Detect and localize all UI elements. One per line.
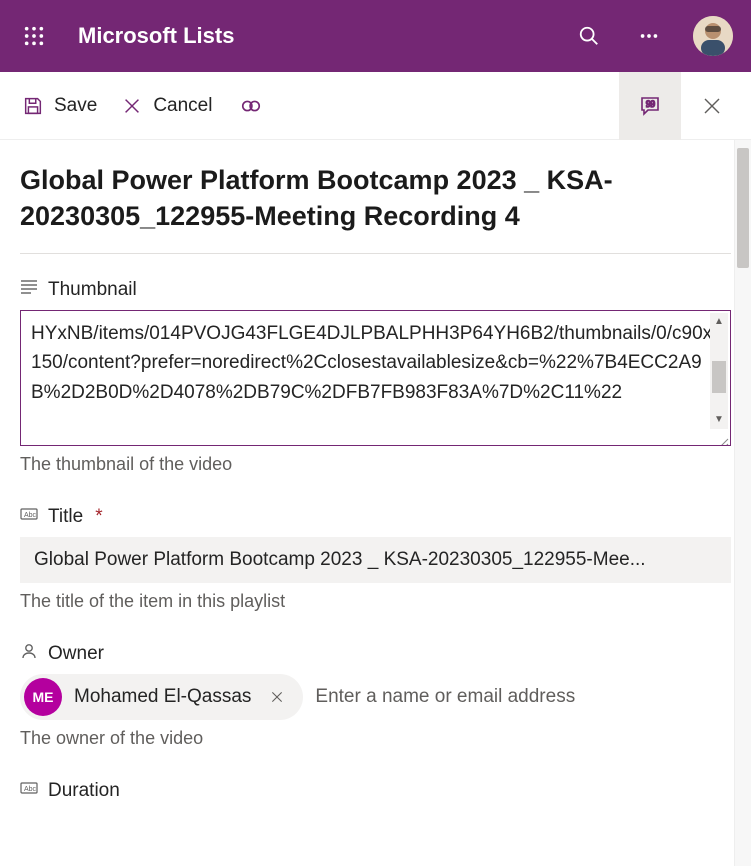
save-button[interactable]: Save [18,89,101,123]
textarea-scrollbar[interactable]: ▲ ▼ [710,313,728,429]
thumbnail-input[interactable]: SvWxClNGnG X kH9isiXhbinFtM13DifC HYxNB/… [20,310,731,446]
resize-handle[interactable] [715,430,729,444]
svg-text:Abc: Abc [24,786,37,793]
scroll-down-icon[interactable]: ▼ [710,411,728,429]
scroll-up-icon[interactable]: ▲ [710,313,728,331]
owner-description: The owner of the video [20,728,731,749]
page-scrollbar[interactable] [734,140,751,866]
required-indicator: * [95,506,102,528]
title-input[interactable]: Global Power Platform Bootcamp 2023 _ KS… [20,537,731,583]
title-description: The title of the item in this playlist [20,591,731,612]
thumbnail-description: The thumbnail of the video [20,454,731,475]
app-header: Microsoft Lists [0,0,751,72]
multiline-icon [20,278,38,302]
search-icon[interactable] [573,20,605,52]
person-icon [20,642,38,666]
save-label: Save [54,95,97,117]
scroll-thumb[interactable] [712,361,726,393]
text-field-icon: Abc [20,779,38,803]
page-scroll-thumb[interactable] [737,148,749,268]
owner-initials: ME [24,678,62,716]
command-bar: Save Cancel 99 [0,72,751,140]
app-title: Microsoft Lists [78,23,561,49]
comments-button[interactable]: 99 [619,72,681,140]
svg-text:Abc: Abc [24,512,37,519]
svg-text:99: 99 [646,99,656,109]
divider [20,253,731,254]
app-launcher-icon[interactable] [14,16,54,56]
field-label-thumbnail: Thumbnail [20,278,731,302]
avatar[interactable] [693,16,733,56]
page-title: Global Power Platform Bootcamp 2023 _ KS… [20,162,731,235]
text-field-icon: Abc [20,505,38,529]
copy-link-button[interactable] [232,89,266,123]
owner-person-pill[interactable]: ME Mohamed El-Qassas [20,674,303,720]
cancel-button[interactable]: Cancel [117,89,216,123]
owner-name: Mohamed El-Qassas [74,686,251,708]
more-icon[interactable] [633,20,665,52]
owner-people-input[interactable] [315,686,731,708]
close-panel-button[interactable] [681,72,743,140]
field-label-title: Abc Title * [20,505,731,529]
cancel-label: Cancel [153,95,212,117]
field-label-owner: Owner [20,642,731,666]
remove-person-button[interactable] [263,683,291,711]
form-content: Global Power Platform Bootcamp 2023 _ KS… [0,140,751,866]
field-label-duration: Abc Duration [20,779,731,803]
